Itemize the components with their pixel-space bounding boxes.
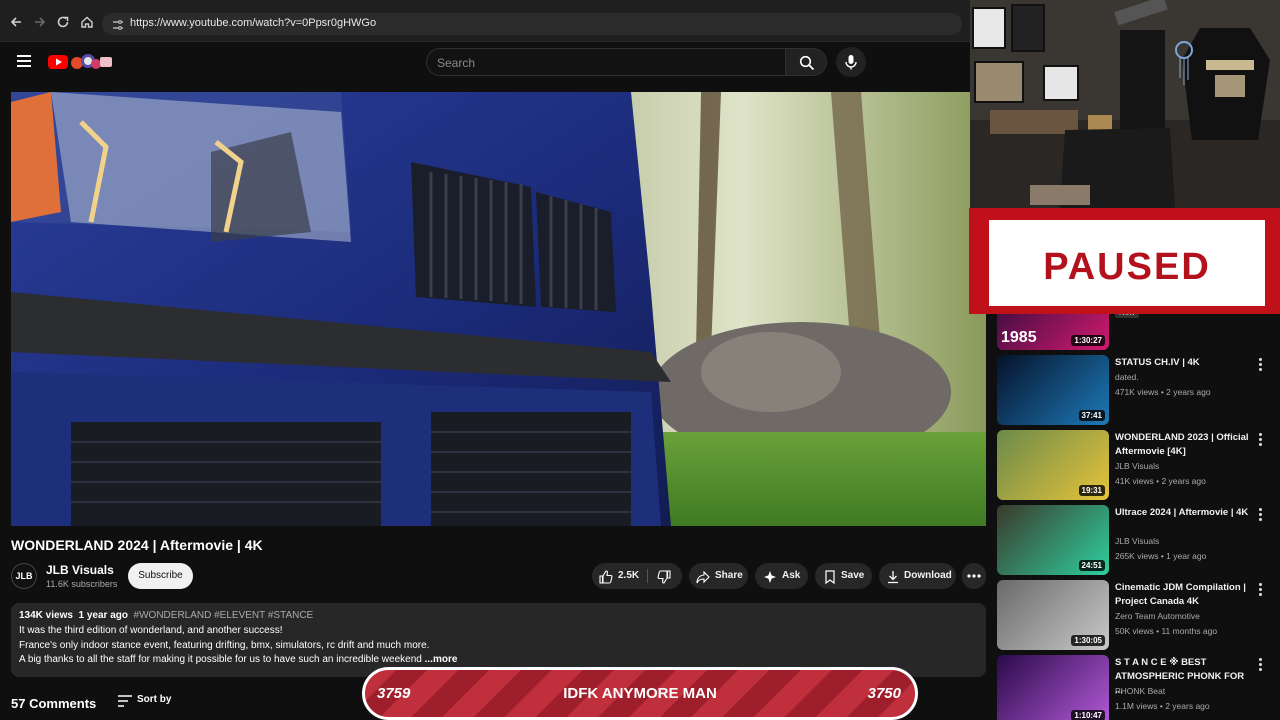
video-thumbnail[interactable]: 1:30:05 [997,580,1109,650]
webcam-overlay [970,0,1280,208]
view-count: 134K views [19,610,73,621]
download-label: Download [904,570,952,581]
bookmark-icon [823,569,837,585]
url-text: https://www.youtube.com/watch?v=0Ppsr0gH… [130,17,377,29]
like-count[interactable]: 2.5K [618,563,639,589]
recommended-meta: 41K views • 2 years ago [1115,476,1206,486]
more-vert-icon[interactable] [1258,358,1264,374]
webcam-room-image [970,0,1280,208]
video-title: WONDERLAND 2024 | Aftermovie | 4K [11,537,263,553]
video-duration: 1:30:27 [1071,335,1105,346]
home-icon[interactable] [79,14,95,30]
like-dislike-group: 2.5K [592,563,682,589]
hamburger-menu-icon[interactable] [17,55,31,67]
description-line-3: A big thanks to all the staff for making… [19,654,457,665]
more-vert-icon[interactable] [1258,658,1264,674]
recommended-video[interactable]: 24:51 Ultrace 2024 | Aftermovie | 4K JLB V… [997,505,1272,575]
recommended-channel[interactable]: JLB Visuals [1115,536,1159,546]
score-banner: 3759 IDFK ANYMORE MAN 3750 [362,667,918,720]
recommended-video-title[interactable]: Cinematic JDM Compilation | Project Cana… [1115,581,1250,609]
sort-by-label: Sort by [137,694,172,705]
video-thumbnail[interactable]: 24:51 [997,505,1109,575]
video-thumbnail[interactable]: 37:41 [997,355,1109,425]
description-line-3-text: A big thanks to all the staff for making… [19,654,422,665]
sort-icon [118,695,132,707]
more-horizontal-icon [967,574,981,578]
more-vert-icon[interactable] [1258,583,1264,599]
more-actions-button[interactable] [962,563,986,589]
youtube-logo[interactable] [48,53,114,71]
hashtags[interactable]: #WONDERLAND #ELEVENT #STANCE [134,610,314,621]
share-icon [696,569,710,584]
show-more-link[interactable]: ...more [425,654,458,665]
thumbnail-text: 1985 [1001,329,1037,346]
save-button[interactable]: Save [815,563,872,589]
video-duration: 37:41 [1078,410,1105,421]
recommended-video[interactable]: 1:10:47 S T A N C E ※ BEST ATMOSPHERIC PH… [997,655,1272,720]
recommended-meta: 265K views • 1 year ago [1115,551,1207,561]
save-label: Save [841,570,865,581]
description-meta: 134K views 1 year ago #WONDERLAND #ELEVE… [19,610,313,621]
recommended-channel[interactable]: Zero Team Automotive [1115,611,1200,621]
more-vert-icon[interactable] [1258,433,1264,449]
share-label: Share [715,570,743,581]
address-bar[interactable]: https://www.youtube.com/watch?v=0Ppsr0gH… [102,13,962,35]
paused-banner: PAUSED [969,208,1280,314]
more-vert-icon[interactable] [1258,508,1264,524]
score-message: IDFK ANYMORE MAN [563,685,717,702]
recommended-meta: 1.1M views • 2 years ago [1115,701,1210,711]
recommended-video[interactable]: 37:41 STATUS CH.IV | 4K dated. 471K views •… [997,355,1272,425]
search-icon [799,55,815,71]
microphone-icon [845,55,857,70]
video-frame-car-front [11,92,986,526]
share-button[interactable]: Share [689,563,748,589]
back-icon[interactable] [8,14,24,30]
forward-icon[interactable] [32,14,48,30]
ask-label: Ask [782,570,801,581]
subscriber-count: 11.6K subscribers [46,579,118,589]
recommended-channel[interactable]: dated. [1115,372,1139,382]
download-button[interactable]: Download [879,563,956,589]
search-button[interactable] [785,48,827,76]
download-icon [886,569,900,584]
subscribe-button[interactable]: Subscribe [128,563,193,589]
like-icon[interactable] [599,569,613,584]
search-placeholder: Search [437,56,476,70]
ask-button[interactable]: Ask [755,563,808,589]
reload-icon[interactable] [55,14,71,30]
recommended-video-title[interactable]: STATUS CH.IV | 4K [1115,356,1250,370]
recommended-channel[interactable]: PHONK Beat [1115,686,1165,696]
description-line-1: It was the third edition of wonderland, … [19,625,283,636]
paused-label: PAUSED [1043,246,1211,288]
recommended-meta: 471K views • 2 years ago [1115,387,1211,397]
recommended-video[interactable]: 19:31 WONDERLAND 2023 | Official Aftermov… [997,430,1272,500]
channel-avatar[interactable]: JLB [11,563,37,589]
channel-name[interactable]: JLB Visuals [46,563,114,577]
recommended-video-title[interactable]: WONDERLAND 2023 | Official Aftermovie [4… [1115,431,1250,459]
recommended-video-title[interactable]: Ultrace 2024 | Aftermovie | 4K [1115,506,1250,520]
video-thumbnail[interactable]: 1:10:47 [997,655,1109,720]
description-box[interactable]: 134K views 1 year ago #WONDERLAND #ELEVE… [11,603,986,677]
video-duration: 1:30:05 [1071,635,1105,646]
recommended-video[interactable]: 1:30:05 Cinematic JDM Compilation | Proje… [997,580,1272,650]
score-right: 3750 [867,685,901,702]
sparkle-icon [763,569,777,583]
video-duration: 1:10:47 [1071,710,1105,720]
description-line-2: France's only indoor stance event, featu… [19,640,430,651]
voice-search-button[interactable] [836,47,866,77]
site-settings-icon[interactable] [112,18,124,30]
recommended-channel[interactable]: JLB Visuals [1115,461,1159,471]
comments-count: 57 Comments [11,696,97,711]
dislike-icon[interactable] [657,569,671,584]
video-player[interactable] [11,92,986,526]
like-divider [647,569,648,583]
video-thumbnail[interactable]: 19:31 [997,430,1109,500]
recommended-meta: 50K views • 11 months ago [1115,626,1218,636]
search-input[interactable]: Search [426,48,786,76]
video-duration: 24:51 [1078,560,1105,571]
upload-age: 1 year ago [78,610,128,621]
paused-panel: PAUSED [989,220,1265,306]
browser-toolbar: https://www.youtube.com/watch?v=0Ppsr0gH… [0,0,970,42]
video-duration: 19:31 [1078,485,1105,496]
